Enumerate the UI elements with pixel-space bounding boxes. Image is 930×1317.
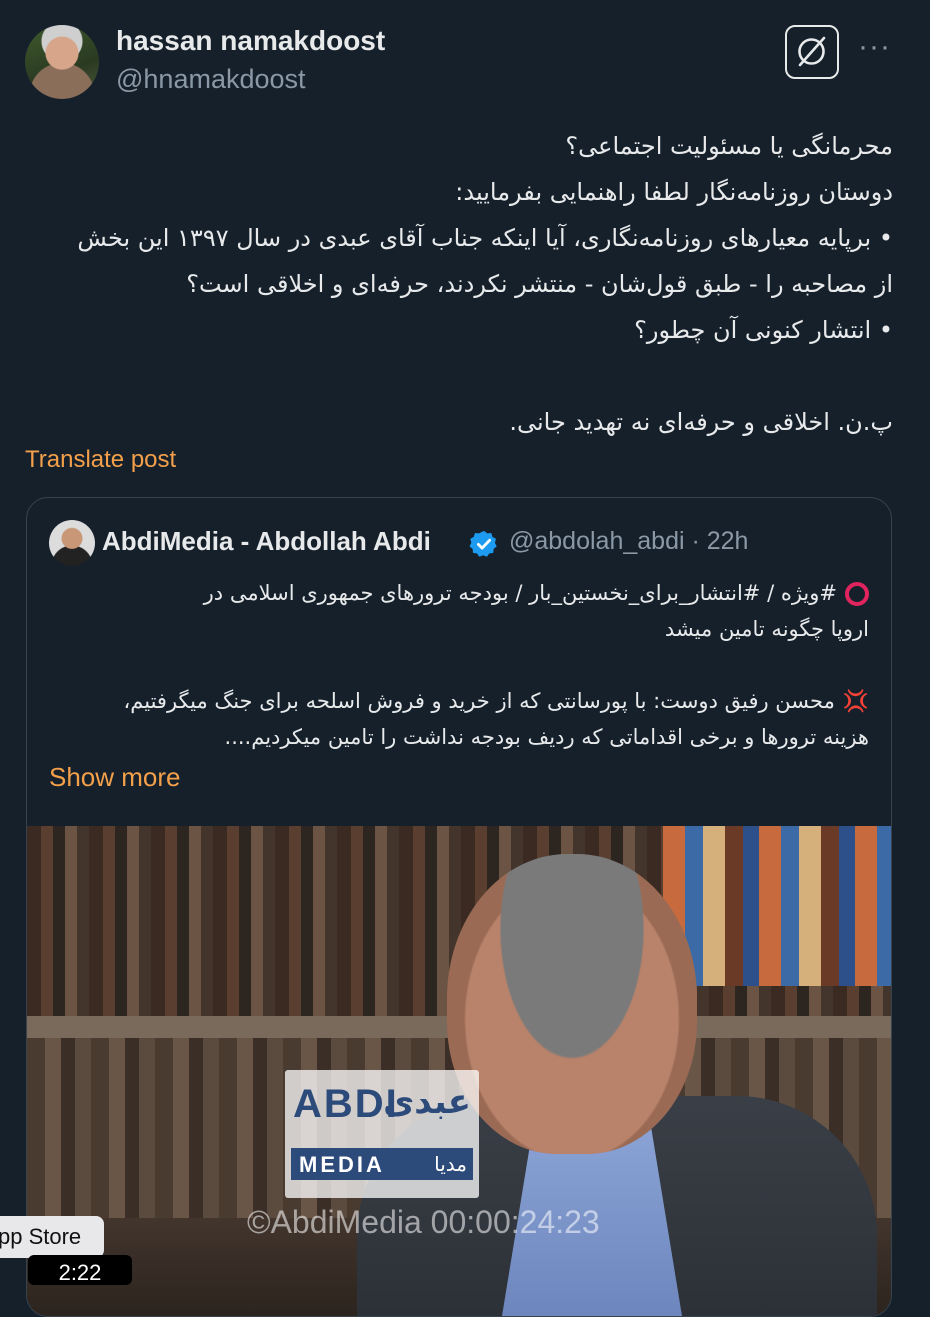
translate-post-link[interactable]: Translate post [25, 446, 176, 474]
video-time-chip: 2:22 [28, 1255, 132, 1285]
post-line: • انتشار کنونی آن چطور؟ [634, 316, 893, 344]
background-books [663, 826, 891, 986]
post-line: محرمانگی یا مسئولیت اجتماعی؟ [565, 132, 893, 160]
author-handle[interactable]: @hnamakdoost [116, 64, 306, 95]
quoted-line: #ویژه / #انتشار_برای_نخستین_بار / بودجه … [47, 575, 869, 611]
quoted-line-text: محسن رفیق دوست: با پورسانتی که از خرید و… [123, 689, 835, 713]
post-avatar[interactable] [25, 25, 99, 99]
video-thumbnail[interactable]: ABDI عبدی MEDIA مدیا ©AbdiMedia 00:00:24… [27, 826, 891, 1316]
quoted-handle-time[interactable]: @abdolah_abdi · 22h [509, 527, 748, 556]
quoted-avatar[interactable] [49, 520, 95, 566]
more-options-icon[interactable]: ··· [858, 30, 891, 64]
grok-button[interactable] [785, 25, 839, 79]
appstore-tooltip[interactable]: pp Store [0, 1216, 104, 1258]
post-line: پ.ن. اخلاقی و حرفه‌ای نه تهدید جانی. [509, 408, 893, 436]
quoted-line: هزینه ترورها و برخی اقداماتی که ردیف بود… [224, 725, 869, 749]
quoted-line-text: #ویژه / #انتشار_برای_نخستین_بار / بودجه … [203, 581, 837, 605]
quoted-text: #ویژه / #انتشار_برای_نخستین_بار / بودجه … [47, 575, 869, 755]
post-line: از مصاحبه را - طبق قول‌شان - منتشر نکردن… [186, 270, 893, 298]
post-line: • برپایه معیارهای روزنامه‌نگاری، آیا این… [77, 224, 893, 252]
quoted-line: 💢 محسن رفیق دوست: با پورسانتی که از خرید … [47, 683, 870, 719]
anger-symbol-icon: 💢 [842, 689, 869, 713]
post-text: محرمانگی یا مسئولیت اجتماعی؟ دوستان روزن… [40, 123, 893, 445]
video-watermark: ©AbdiMedia 00:00:24:23 [247, 1204, 600, 1240]
quoted-display-name[interactable]: AbdiMedia - Abdollah Abdi [102, 526, 431, 557]
quoted-blank-line [47, 647, 869, 683]
quoted-post-card[interactable]: AbdiMedia - Abdollah Abdi @abdolah_abdi … [26, 497, 892, 1317]
verified-badge-icon [469, 530, 497, 557]
quoted-line: اروپا چگونه تامین میشد [664, 617, 869, 641]
logo-media-persian: مدیا [434, 1152, 467, 1176]
abdimedia-logo: ABDI عبدی MEDIA مدیا [285, 1070, 479, 1198]
logo-persian: عبدی [383, 1082, 471, 1122]
author-display-name[interactable]: hassan namakdoost [116, 25, 385, 57]
person-head [447, 854, 697, 1154]
post-line: دوستان روزنامه‌نگار لطفا راهنمایی بفرمای… [455, 178, 893, 206]
grok-icon [798, 36, 826, 67]
post-blank-line [40, 353, 893, 399]
logo-media-latin: MEDIA [299, 1152, 385, 1177]
red-circle-icon [845, 582, 869, 606]
show-more-link[interactable]: Show more [49, 762, 181, 793]
